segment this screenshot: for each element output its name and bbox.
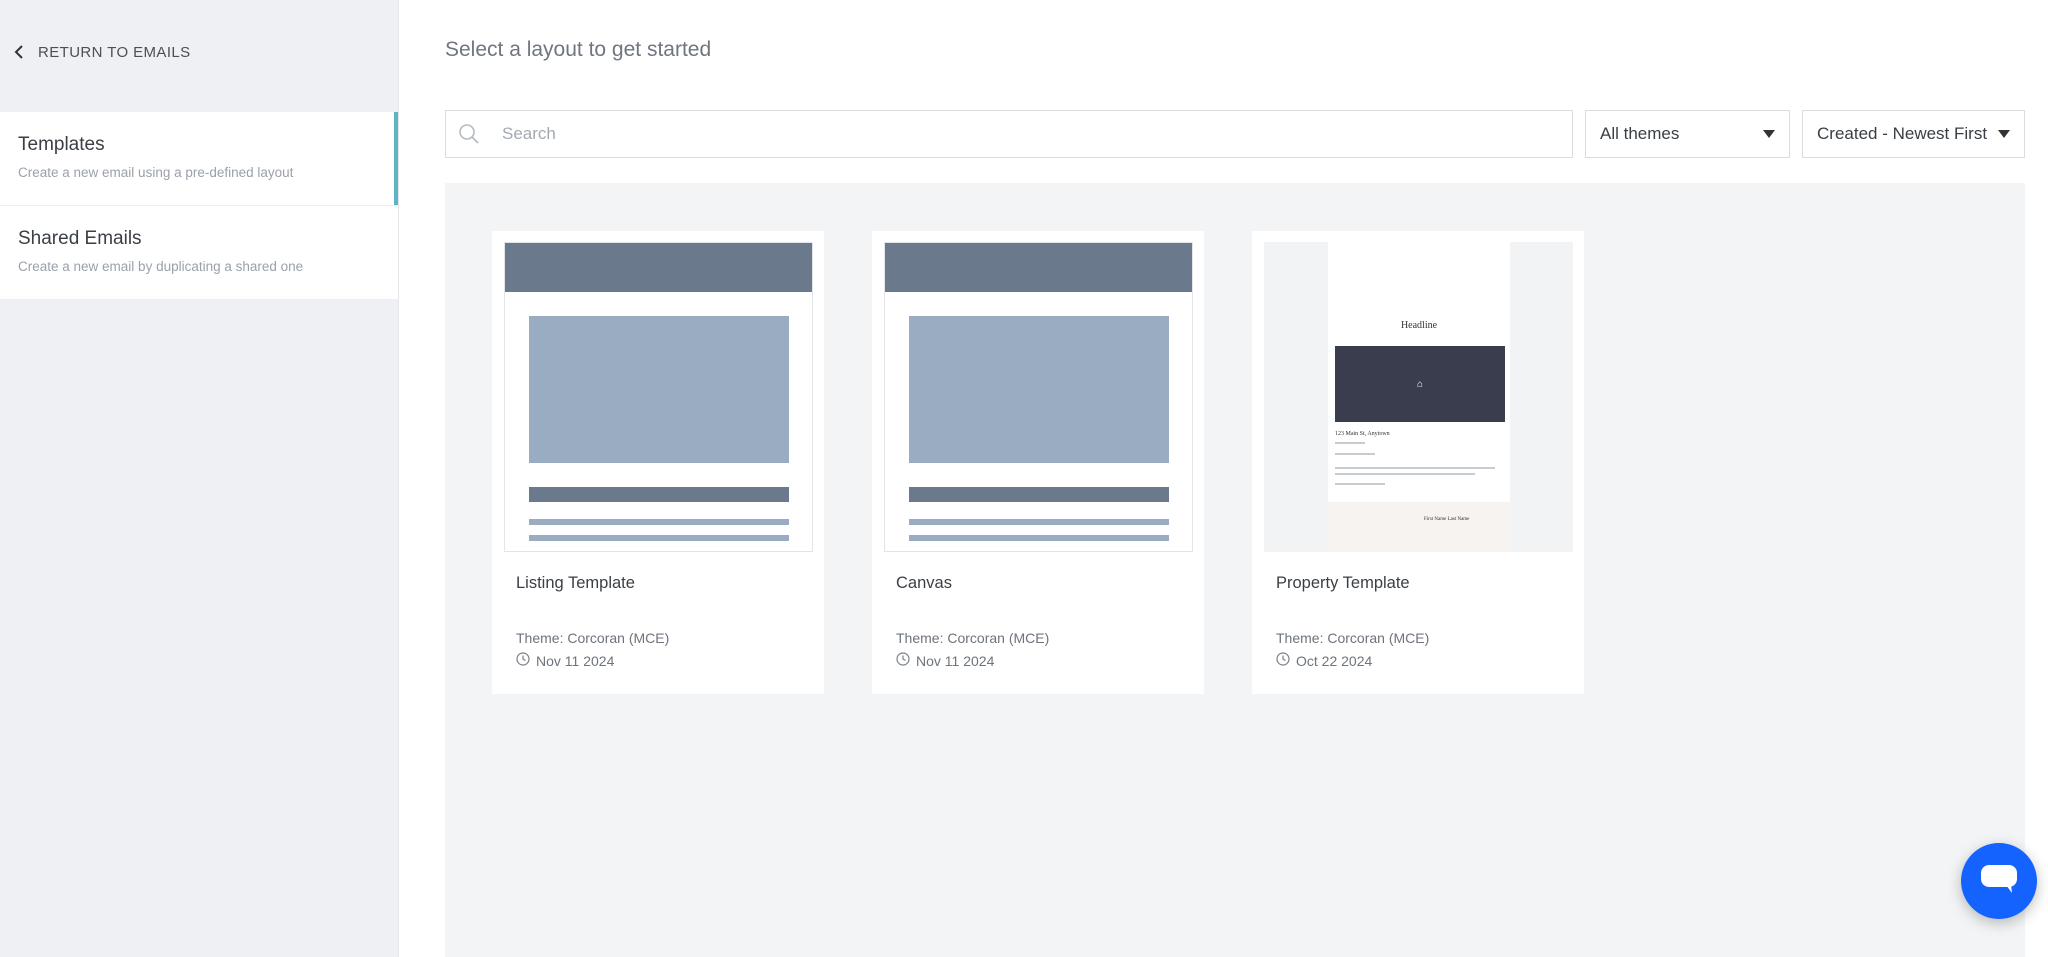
sidebar-item-subtitle: Create a new email using a pre-defined l… [18, 165, 294, 180]
card-date: Nov 11 2024 [896, 652, 994, 669]
preview-text-line [1335, 473, 1475, 475]
return-to-emails-label: RETURN TO EMAILS [38, 43, 191, 61]
template-card-listing[interactable]: Listing Template Theme: Corcoran (MCE) N… [492, 231, 824, 694]
clock-icon [896, 652, 910, 669]
card-title: Listing Template [516, 574, 635, 592]
main-content: Select a layout to get started All theme… [399, 0, 2048, 957]
preview-image-block [529, 316, 789, 463]
preview-text-line [529, 535, 789, 541]
preview-headline: Headline [1400, 320, 1438, 331]
chat-bubble-icon [1980, 863, 2018, 900]
caret-down-icon [1763, 130, 1775, 138]
sidebar-item-templates[interactable]: Templates Create a new email using a pre… [0, 112, 398, 206]
theme-filter-value: All themes [1600, 124, 1680, 143]
card-date-text: Nov 11 2024 [916, 652, 995, 669]
chevron-left-icon [14, 45, 24, 59]
sidebar: RETURN TO EMAILS Templates Create a new … [0, 0, 399, 957]
preview-header-block [885, 243, 1192, 292]
sidebar-item-subtitle: Create a new email by duplicating a shar… [18, 259, 304, 274]
template-gallery: Listing Template Theme: Corcoran (MCE) N… [445, 183, 2025, 957]
sidebar-item-title: Shared Emails [18, 228, 142, 249]
card-date: Oct 22 2024 [1276, 652, 1372, 669]
template-card-canvas[interactable]: Canvas Theme: Corcoran (MCE) Nov 11 2024 [872, 231, 1204, 694]
preview-text-line [1335, 467, 1495, 469]
preview-agent-name: First Name Last Name [1424, 517, 1470, 522]
card-theme: Theme: Corcoran (MCE) [516, 630, 670, 646]
search-box[interactable] [445, 110, 1573, 158]
card-title: Canvas [896, 574, 952, 592]
return-to-emails-link[interactable]: RETURN TO EMAILS [14, 40, 191, 64]
clock-icon [516, 652, 530, 669]
preview-heading-line [909, 487, 1169, 502]
preview-header-block [505, 243, 812, 292]
preview-text-line [909, 535, 1169, 541]
preview-text-line [529, 519, 789, 525]
home-icon: ⌂ [1416, 378, 1424, 390]
template-preview [884, 242, 1193, 552]
search-icon [458, 123, 480, 145]
preview-text-line [1335, 442, 1365, 444]
card-date: Nov 11 2024 [516, 652, 614, 669]
preview-text-line [1335, 453, 1375, 455]
preview-text-line [909, 519, 1169, 525]
sidebar-nav: Templates Create a new email using a pre… [0, 112, 398, 300]
card-date-text: Oct 22 2024 [1296, 652, 1373, 669]
page-title: Select a layout to get started [445, 38, 712, 61]
card-date-text: Nov 11 2024 [536, 652, 615, 669]
sort-dropdown[interactable]: Created - Newest First [1802, 110, 2025, 158]
preview-hero-image: ⌂ [1335, 346, 1505, 422]
caret-down-icon [1998, 130, 2010, 138]
theme-filter-dropdown[interactable]: All themes [1585, 110, 1790, 158]
card-theme: Theme: Corcoran (MCE) [1276, 630, 1430, 646]
preview-image-block [909, 316, 1169, 463]
preview-address: 123 Main St, Anytown [1335, 431, 1390, 437]
sidebar-item-shared-emails[interactable]: Shared Emails Create a new email by dupl… [0, 206, 398, 300]
template-card-property[interactable]: Headline ⌂ 123 Main St, Anytown First Na… [1252, 231, 1584, 694]
clock-icon [1276, 652, 1290, 669]
sidebar-item-title: Templates [18, 134, 105, 155]
card-theme: Theme: Corcoran (MCE) [896, 630, 1050, 646]
chat-button[interactable] [1961, 843, 2037, 919]
search-input[interactable] [500, 123, 1572, 145]
preview-footer [1328, 502, 1510, 552]
template-preview: Headline ⌂ 123 Main St, Anytown First Na… [1264, 242, 1573, 552]
template-preview [504, 242, 813, 552]
sort-value: Created - Newest First [1817, 124, 1988, 143]
preview-text-line [1335, 483, 1385, 485]
card-title: Property Template [1276, 574, 1410, 592]
preview-heading-line [529, 487, 789, 502]
